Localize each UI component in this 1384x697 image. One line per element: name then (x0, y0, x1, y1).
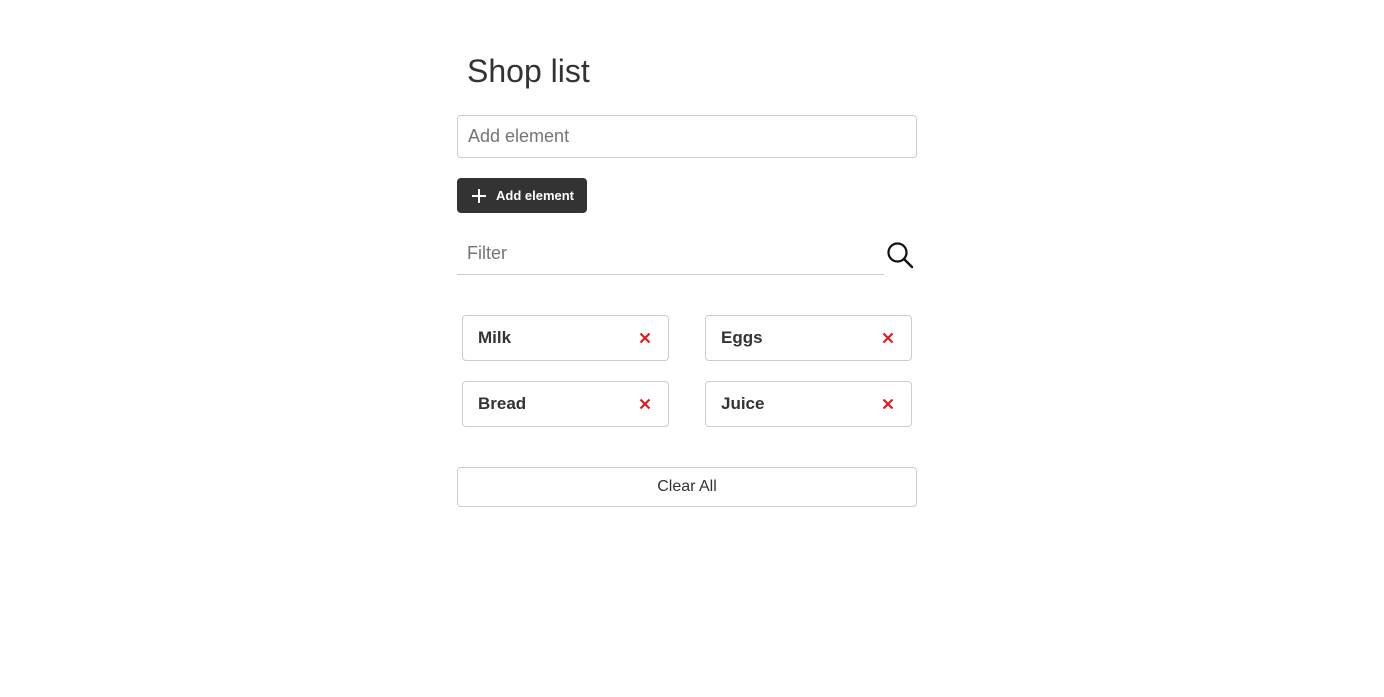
item-label: Bread (478, 394, 527, 413)
add-element-button-label: Add element (496, 188, 575, 203)
item-label: Eggs (721, 328, 763, 347)
item-label: Juice (721, 394, 765, 413)
close-icon[interactable] (880, 330, 896, 346)
close-icon[interactable] (637, 330, 653, 346)
item-label: Milk (478, 328, 512, 347)
add-element-button[interactable]: Add element (457, 178, 587, 213)
list-item: Bread (462, 381, 669, 427)
search-icon[interactable] (886, 241, 914, 269)
list-item: Juice (705, 381, 912, 427)
close-icon[interactable] (880, 396, 896, 412)
add-element-input[interactable] (457, 115, 917, 158)
list-item: Eggs (705, 315, 912, 361)
plus-icon (472, 188, 486, 203)
close-icon[interactable] (637, 396, 653, 412)
filter-input[interactable] (457, 233, 884, 275)
page-title: Shop list (467, 53, 590, 89)
list-item: Milk (462, 315, 669, 361)
clear-all-button[interactable]: Clear All (457, 467, 917, 507)
